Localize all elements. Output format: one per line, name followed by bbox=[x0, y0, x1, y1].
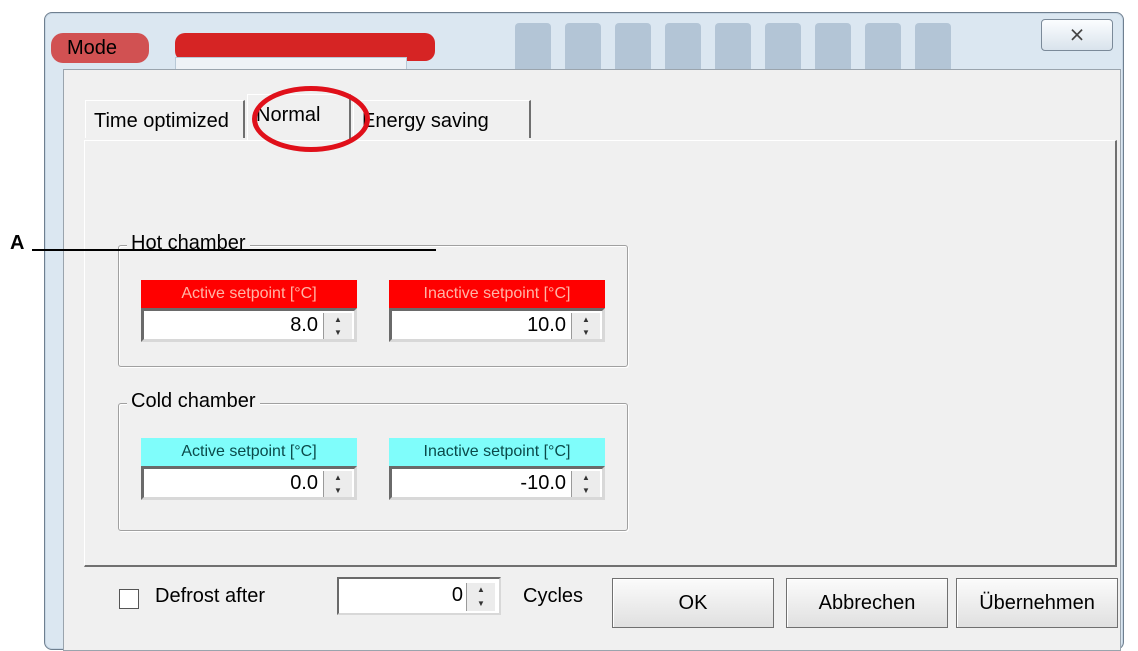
hot-inactive-setpoint: Inactive setpoint [°C] 10.0 ▲ ▼ bbox=[389, 280, 605, 342]
cold-inactive-setpoint-input[interactable]: -10.0 ▲ ▼ bbox=[389, 466, 605, 500]
mode-dialog: Mode ⨯ Time optimized Normal Energy savi… bbox=[44, 12, 1124, 651]
cold-active-setpoint-label: Active setpoint [°C] bbox=[141, 438, 357, 466]
cold-chamber-group: Cold chamber Active setpoint [°C] 0.0 ▲ … bbox=[118, 390, 628, 531]
ok-button[interactable]: OK bbox=[612, 578, 774, 628]
cold-inactive-setpoint: Inactive setpoint [°C] -10.0 ▲ ▼ bbox=[389, 438, 605, 500]
tab-time-optimized[interactable]: Time optimized bbox=[85, 100, 245, 138]
annotation-label-a: A bbox=[10, 232, 25, 254]
dialog-title: Mode bbox=[67, 37, 118, 59]
title-bar: Mode ⨯ bbox=[45, 13, 1123, 79]
up-arrow-icon[interactable]: ▲ bbox=[324, 313, 352, 327]
apply-button[interactable]: Übernehmen bbox=[956, 578, 1118, 628]
down-arrow-icon[interactable]: ▼ bbox=[572, 484, 600, 497]
hot-active-spinner: ▲ ▼ bbox=[323, 313, 352, 339]
down-arrow-icon[interactable]: ▼ bbox=[324, 326, 352, 339]
down-arrow-icon[interactable]: ▼ bbox=[324, 484, 352, 497]
defrost-checkbox[interactable] bbox=[119, 589, 139, 609]
hot-inactive-setpoint-value: 10.0 bbox=[527, 314, 566, 336]
cold-inactive-spinner: ▲ ▼ bbox=[571, 471, 600, 497]
up-arrow-icon[interactable]: ▲ bbox=[467, 583, 495, 598]
cold-active-setpoint-input[interactable]: 0.0 ▲ ▼ bbox=[141, 466, 357, 500]
cancel-button[interactable]: Abbrechen bbox=[786, 578, 948, 628]
cycles-unit-label: Cycles bbox=[523, 585, 584, 607]
down-arrow-icon[interactable]: ▼ bbox=[572, 326, 600, 339]
defrost-cycles-input[interactable]: 0 ▲ ▼ bbox=[337, 577, 501, 615]
up-arrow-icon[interactable]: ▲ bbox=[572, 313, 600, 327]
hot-active-setpoint-value: 8.0 bbox=[290, 314, 318, 336]
hot-inactive-setpoint-label: Inactive setpoint [°C] bbox=[389, 280, 605, 308]
hot-active-setpoint-label: Active setpoint [°C] bbox=[141, 280, 357, 308]
hot-inactive-spinner: ▲ ▼ bbox=[571, 313, 600, 339]
close-icon: ⨯ bbox=[1068, 24, 1086, 46]
tab-panel-normal: Hot chamber Active setpoint [°C] 8.0 ▲ ▼… bbox=[84, 140, 1117, 615]
defrost-cycles-value: 0 bbox=[451, 584, 463, 606]
hot-chamber-title: Hot chamber bbox=[127, 232, 250, 255]
defrost-cycles-spinner: ▲ ▼ bbox=[466, 583, 495, 611]
defrost-label: Defrost after bbox=[155, 585, 266, 607]
annotation-leader-line bbox=[32, 249, 436, 251]
hot-chamber-group: Hot chamber Active setpoint [°C] 8.0 ▲ ▼… bbox=[118, 232, 628, 367]
dialog-client-area: Time optimized Normal Energy saving Hot … bbox=[63, 69, 1121, 651]
hot-active-setpoint: Active setpoint [°C] 8.0 ▲ ▼ bbox=[141, 280, 357, 342]
close-button[interactable]: ⨯ bbox=[1041, 19, 1113, 51]
up-arrow-icon[interactable]: ▲ bbox=[572, 471, 600, 485]
cold-chamber-title: Cold chamber bbox=[127, 390, 260, 413]
tab-energy-saving[interactable]: Energy saving bbox=[353, 100, 531, 138]
hot-inactive-setpoint-input[interactable]: 10.0 ▲ ▼ bbox=[389, 308, 605, 342]
cold-active-setpoint: Active setpoint [°C] 0.0 ▲ ▼ bbox=[141, 438, 357, 500]
up-arrow-icon[interactable]: ▲ bbox=[324, 471, 352, 485]
down-arrow-icon[interactable]: ▼ bbox=[467, 597, 495, 611]
cold-inactive-setpoint-label: Inactive setpoint [°C] bbox=[389, 438, 605, 466]
cold-active-setpoint-value: 0.0 bbox=[290, 472, 318, 494]
cold-active-spinner: ▲ ▼ bbox=[323, 471, 352, 497]
highlight-circle bbox=[252, 86, 370, 152]
cold-inactive-setpoint-value: -10.0 bbox=[520, 472, 566, 494]
hot-active-setpoint-input[interactable]: 8.0 ▲ ▼ bbox=[141, 308, 357, 342]
